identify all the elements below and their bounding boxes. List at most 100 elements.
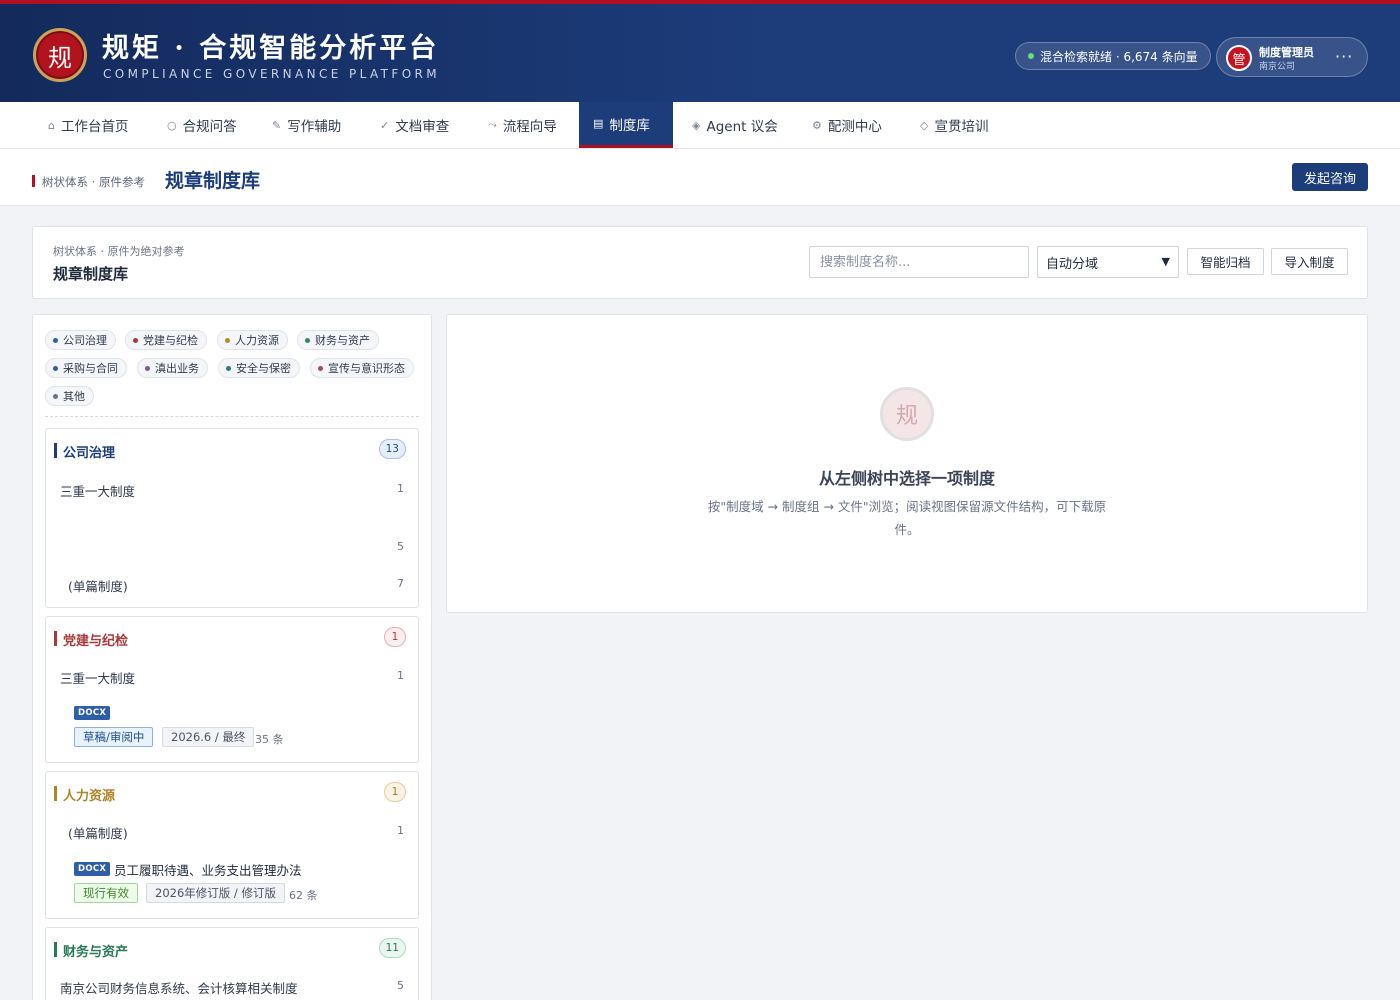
tree-node-count: 7 [397, 577, 404, 590]
user-name: 制度管理员 [1259, 46, 1314, 59]
tab-label: 合规问答 [182, 119, 237, 135]
tab-label: 流程向导 [502, 119, 557, 135]
group-title[interactable]: 财务与资产 [63, 941, 128, 960]
domain-select-value: 自动分域 [1046, 256, 1099, 272]
more-icon[interactable]: ··· [1335, 47, 1353, 66]
filter-chip[interactable]: 人力资源 [217, 330, 288, 350]
group-count-badge: 13 [378, 439, 406, 459]
filter-chip[interactable]: 公司治理 [45, 330, 116, 350]
group-accent-bar [54, 631, 57, 646]
version-badge: 2026.6 / 最终 [162, 727, 255, 747]
filter-chip[interactable]: 滇出业务 [137, 358, 208, 378]
document-link[interactable]: 员工履职待遇、业务支出管理办法 [114, 860, 302, 879]
tree-node-label[interactable]: 南京公司财务信息系统、会计核算相关制度 [60, 978, 298, 997]
chip-label: 公司治理 [63, 334, 107, 347]
group-accent-bar [54, 786, 57, 801]
group-accent-bar [54, 942, 57, 957]
tab-workbench[interactable]: ⌂ 工作台首页 [34, 102, 142, 148]
group-title[interactable]: 人力资源 [63, 785, 115, 804]
smart-archive-button[interactable]: 智能归档 [1187, 248, 1264, 275]
policy-tree-panel: 公司治理 党建与纪检 人力资源 财务与资产 采购与合同 滇出业务 安全与保密 宣… [32, 314, 432, 1000]
library-toolbar: 树状体系 · 原件为绝对参考 规章制度库 自动分域 ▼ 智能归档 导入制度 [32, 226, 1368, 299]
user-menu[interactable]: 管 制度管理员 南京公司 ··· [1216, 37, 1368, 77]
accent-bar [32, 175, 35, 187]
empty-state-title: 从左侧树中选择一项制度 [818, 469, 995, 488]
diamond-icon: ◈ [692, 118, 701, 132]
main-nav: ⌂ 工作台首页 ○ 合规问答 ✎ 写作辅助 ✓ 文档审查 ⤳ 流程向导 ▤ 制度库 ◈ Age… [0, 102, 1400, 149]
home-icon: ⌂ [48, 118, 55, 132]
clause-count: 62 条 [289, 889, 318, 902]
tab-agent-council[interactable]: ◈ Agent 议会 [678, 102, 792, 148]
dot-icon [305, 337, 310, 343]
tab-label: 宣贯培训 [934, 119, 989, 135]
pen-icon: ✎ [272, 118, 282, 132]
filter-chip[interactable]: 安全与保密 [218, 358, 300, 378]
check-icon: ✓ [380, 118, 390, 132]
chip-label: 采购与合同 [63, 362, 118, 375]
dot-icon [225, 337, 230, 343]
policy-search-input[interactable] [809, 246, 1029, 278]
tab-writing[interactable]: ✎ 写作辅助 [258, 102, 355, 148]
docx-badge: DOCX [74, 862, 111, 876]
tab-process-guide[interactable]: ⤳ 流程向导 [474, 102, 571, 148]
brand-title: 规矩 · 合规智能分析平台 [102, 33, 440, 64]
filter-chip[interactable]: 财务与资产 [297, 330, 379, 350]
tab-doc-review[interactable]: ✓ 文档审查 [366, 102, 463, 148]
page-title: 规章制度库 [165, 170, 261, 192]
chip-label: 安全与保密 [236, 362, 291, 375]
breadcrumb: 树状体系 · 原件参考 [42, 175, 145, 189]
group-title[interactable]: 公司治理 [63, 442, 115, 461]
dot-icon [133, 337, 138, 343]
user-org: 南京公司 [1259, 62, 1296, 72]
logo-seal: 规 [33, 28, 87, 82]
tree-node-label[interactable]: 三重一大制度 [60, 668, 135, 687]
tab-label: 文档审查 [395, 119, 450, 135]
dot-icon [53, 365, 58, 371]
tree-node-label[interactable]: (单篇制度) [68, 823, 128, 842]
tree-node-count: 1 [397, 824, 404, 837]
tree-node-label[interactable]: 三重一大制度 [60, 481, 135, 500]
app-header: 规 规矩 · 合规智能分析平台 COMPLIANCE GOVERNANCE PL… [0, 0, 1400, 102]
tab-label: 工作台首页 [60, 119, 129, 135]
tree-node-count: 5 [397, 540, 404, 553]
dot-icon [145, 365, 150, 371]
tab-label: 配测中心 [827, 119, 882, 135]
chip-label: 财务与资产 [315, 334, 370, 347]
page-header: 树状体系 · 原件参考 规章制度库 发起咨询 [0, 149, 1400, 206]
tree-node-count: 5 [397, 979, 404, 992]
chip-label: 人力资源 [235, 334, 279, 347]
tab-training[interactable]: ◇ 宣贯培训 [906, 102, 1002, 148]
filter-chip[interactable]: 宣传与意识形态 [310, 358, 414, 378]
library-icon: ▤ [593, 117, 604, 130]
start-consult-button[interactable]: 发起咨询 [1292, 163, 1368, 191]
status-badge: 草稿/审阅中 [74, 727, 154, 747]
docx-badge: DOCX [74, 706, 111, 720]
group-title[interactable]: 党建与纪检 [63, 630, 128, 649]
toolbar-title: 规章制度库 [53, 265, 129, 283]
group-accent-bar [54, 443, 57, 458]
dot-icon [53, 393, 58, 399]
filter-chip[interactable]: 其他 [45, 386, 94, 406]
diamond-outline-icon: ◇ [920, 118, 929, 132]
group-count-badge: 1 [384, 627, 406, 647]
domain-select[interactable]: 自动分域 ▼ [1037, 246, 1179, 278]
brand-subtitle: COMPLIANCE GOVERNANCE PLATFORM [103, 67, 441, 81]
tab-policy-library[interactable]: ▤ 制度库 [579, 102, 673, 148]
import-policy-button[interactable]: 导入制度 [1271, 248, 1348, 275]
filter-chip[interactable]: 采购与合同 [45, 358, 127, 378]
group-count-badge: 1 [384, 782, 406, 802]
dot-icon [53, 337, 58, 343]
tree-group-finance: 财务与资产 11 南京公司财务信息系统、会计核算相关制度 5 [45, 927, 419, 1000]
tree-group-hr: 人力资源 1 (单篇制度) 1 DOCX 员工履职待遇、业务支出管理办法 现行有… [45, 771, 419, 919]
status-dot-icon [1028, 53, 1034, 59]
seal-icon: 规 [880, 387, 934, 441]
filter-chip[interactable]: 党建与纪检 [125, 330, 207, 350]
tab-config-test[interactable]: ⚙ 配测中心 [798, 102, 896, 148]
tree-node-label[interactable]: (单篇制度) [68, 576, 128, 595]
dot-icon [318, 365, 323, 371]
tab-compliance-qa[interactable]: ○ 合规问答 [153, 102, 251, 148]
clause-count: 35 条 [255, 733, 284, 746]
chip-label: 滇出业务 [155, 362, 199, 375]
tree-group-governance: 公司治理 13 三重一大制度 1 5 (单篇制度) 7 [45, 428, 419, 608]
policy-detail-panel: 规 从左侧树中选择一项制度 按"制度域 → 制度组 → 文件"浏览；阅读视图保留… [446, 314, 1368, 613]
